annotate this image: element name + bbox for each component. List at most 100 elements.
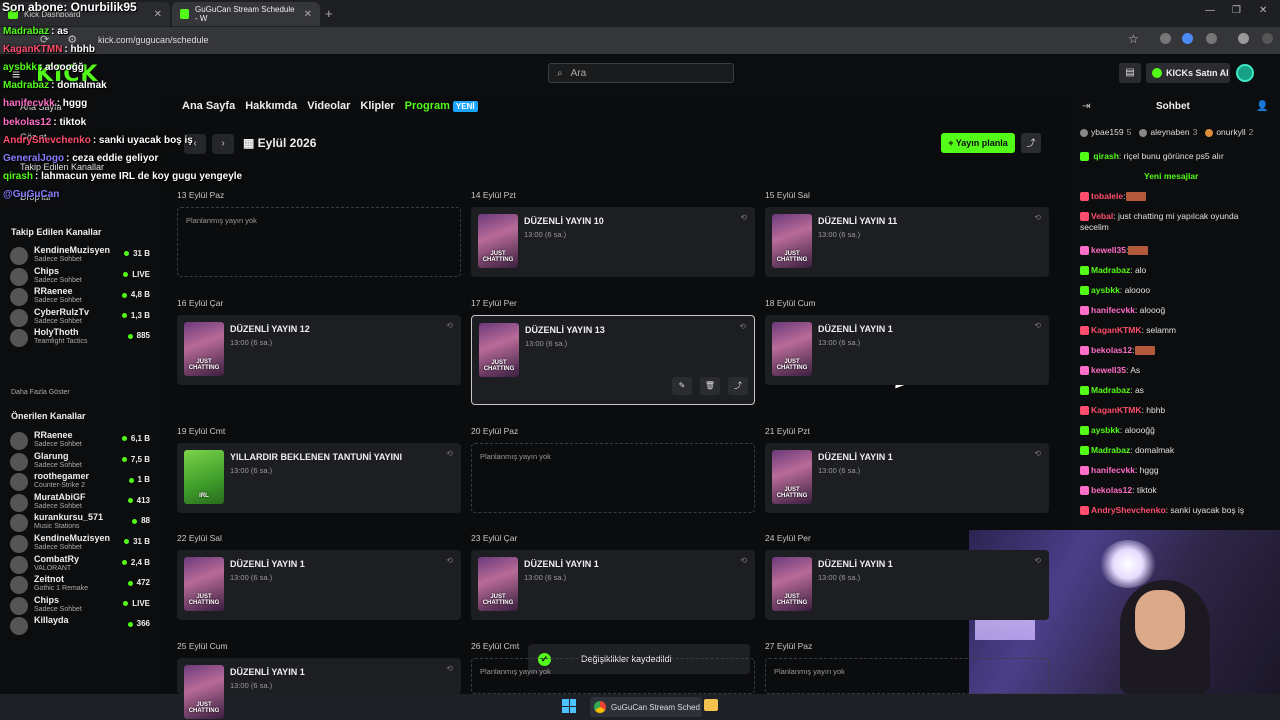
- sidebar-channel-item[interactable]: CombatRy VALORANT 2,4 B: [10, 554, 150, 576]
- chat-username[interactable]: hanifecvkk: [1091, 305, 1135, 315]
- scheduled-stream-card[interactable]: JUST CHATTING DÜZENLİ YAYIN 13 13:00 (6 sa…: [471, 315, 755, 405]
- delete-button[interactable]: 🗑: [700, 377, 720, 395]
- file-explorer-icon[interactable]: [704, 699, 718, 711]
- chat-username[interactable]: AndryShevchenko: [1091, 505, 1166, 515]
- scheduled-stream-card[interactable]: JUST CHATTING DÜZENLİ YAYIN 1 13:00 (6 sa.…: [765, 550, 1049, 620]
- chat-username[interactable]: Vebal: [1091, 211, 1113, 221]
- month-label[interactable]: ▦ Eylül 2026: [243, 136, 316, 150]
- chat-username[interactable]: KaganKTMK: [1091, 405, 1142, 415]
- chat-emote-icon: [1125, 192, 1146, 202]
- url-field[interactable]: kick.com/gugucan/schedule: [98, 35, 209, 45]
- tab-about[interactable]: Hakkımda: [245, 100, 297, 112]
- show-more-link[interactable]: Daha Fazla Göster: [11, 389, 70, 396]
- repeat-icon: ⟲: [1034, 213, 1041, 222]
- stream-time: 13:00 (6 sa.): [230, 338, 273, 347]
- overlay-text: : aloooğğ: [38, 62, 84, 74]
- empty-day-card[interactable]: Planlanmış yayın yok: [471, 658, 755, 694]
- scheduled-stream-card[interactable]: JUST CHATTING DÜZENLİ YAYIN 1 13:00 (6 sa.…: [765, 443, 1049, 513]
- sidebar-channel-item[interactable]: Glarung Sadece Sohbet 7,5 B: [10, 451, 150, 473]
- stream-time: 13:00 (6 sa.): [230, 681, 273, 690]
- scheduled-stream-card[interactable]: JUST CHATTING DÜZENLİ YAYIN 1 13:00 (6 sa.…: [765, 315, 1049, 385]
- scheduled-stream-card[interactable]: JUST CHATTING DÜZENLİ YAYIN 1 13:00 (6 sa.…: [471, 550, 755, 620]
- tab-clips[interactable]: Klipler: [360, 100, 394, 112]
- share-stream-button[interactable]: ⤴: [728, 377, 748, 395]
- menu-dots-icon[interactable]: [1262, 33, 1273, 44]
- scheduled-stream-card[interactable]: IRL YILLARDIR BEKLENEN TANTUNİ YAYINI 13:0…: [177, 443, 461, 513]
- sidebar-channel-item[interactable]: kurankursu_571 Music Stations 88: [10, 512, 150, 534]
- chat-username[interactable]: Madrabaz: [1091, 445, 1130, 455]
- empty-day-card[interactable]: Planlanmış yayın yok: [471, 443, 755, 513]
- scheduled-stream-card[interactable]: JUST CHATTING DÜZENLİ YAYIN 12 13:00 (6 sa…: [177, 315, 461, 385]
- window-close-icon[interactable]: ✕: [1259, 5, 1267, 16]
- scheduled-stream-card[interactable]: JUST CHATTING DÜZENLİ YAYIN 11 13:00 (6 sa…: [765, 207, 1049, 277]
- user-avatar[interactable]: [1236, 64, 1254, 82]
- tab-program[interactable]: Program YENİ: [405, 100, 478, 112]
- category-thumbnail: IRL: [184, 450, 224, 504]
- sidebar-channel-item[interactable]: KendineMuzisyen Sadece Sohbet 31 B: [10, 245, 150, 267]
- empty-day-card[interactable]: Planlanmış yayın yok: [177, 207, 461, 277]
- sidebar-channel-item[interactable]: CyberRulzTv Sadece Sohbet 1,3 B: [10, 307, 150, 329]
- chat-username[interactable]: aysbkk: [1091, 425, 1120, 435]
- share-schedule-button[interactable]: ⤴: [1021, 133, 1041, 153]
- library-button[interactable]: ▤: [1119, 63, 1141, 83]
- scheduled-stream-card[interactable]: JUST CHATTING DÜZENLİ YAYIN 10 13:00 (6 sa…: [471, 207, 755, 277]
- sidebar-channel-item[interactable]: Chips Sadece Sohbet LIVE: [10, 595, 150, 617]
- empty-day-card[interactable]: Planlanmış yayın yok: [765, 658, 1049, 694]
- chat-username[interactable]: aysbkk: [1091, 285, 1120, 295]
- webcam-hex-light: [1100, 540, 1156, 588]
- browser-tab-schedule[interactable]: GuGuCan Stream Schedule - W ✕: [172, 2, 320, 26]
- close-tab-icon[interactable]: ✕: [304, 9, 312, 20]
- extension-icon[interactable]: [1160, 33, 1171, 44]
- sidebar-channel-item[interactable]: RRaenee Sadece Sohbet 4,8 B: [10, 286, 150, 308]
- chat-username[interactable]: kewell35: [1091, 365, 1126, 375]
- buy-kicks-button[interactable]: KICKs Satın Al: [1146, 63, 1230, 83]
- tab-home[interactable]: Ana Sayfa: [182, 100, 235, 112]
- chat-username[interactable]: Madrabaz: [1091, 385, 1130, 395]
- extension-icon[interactable]: [1182, 33, 1193, 44]
- sidebar-channel-item[interactable]: Killayda 366: [10, 615, 150, 637]
- close-tab-icon[interactable]: ✕: [154, 9, 162, 20]
- top-gifter[interactable]: aleynaben 3: [1139, 127, 1197, 137]
- extensions-puzzle-icon[interactable]: [1206, 33, 1217, 44]
- chat-username[interactable]: qirash: [1093, 151, 1119, 161]
- sidebar-channel-item[interactable]: Chips Sadece Sohbet LIVE: [10, 266, 150, 288]
- stream-title: DÜZENLİ YAYIN 1: [230, 667, 305, 677]
- sidebar-channel-item[interactable]: roothegamer Counter-Strike 2 1 B: [10, 471, 150, 493]
- chat-username[interactable]: hanifecvkk: [1091, 465, 1135, 475]
- scheduled-stream-card[interactable]: JUST CHATTING DÜZENLİ YAYIN 1 13:00 (6 sa.…: [177, 658, 461, 719]
- tab-videos[interactable]: Videolar: [307, 100, 350, 112]
- sidebar-channel-item[interactable]: HolyThoth Teamfight Tactics 885: [10, 327, 150, 349]
- top-gifter[interactable]: onurkyll 2: [1205, 127, 1253, 137]
- sidebar-channel-item[interactable]: KendineMuzisyen Sadece Sohbet 31 B: [10, 533, 150, 555]
- pinned-message: qirash: riçel bunu görünce ps5 alır: [1080, 151, 1265, 162]
- search-input[interactable]: ⌕ Ara: [548, 63, 734, 83]
- maximize-icon[interactable]: ❐: [1232, 5, 1241, 16]
- schedule-stream-button[interactable]: + Yayın planla: [941, 133, 1015, 153]
- next-month-button[interactable]: ›: [212, 134, 234, 154]
- chat-username[interactable]: kewell35: [1091, 245, 1126, 255]
- collapse-chat-icon[interactable]: ⇥: [1082, 101, 1090, 112]
- windows-start-icon[interactable]: [562, 699, 576, 713]
- chat-username[interactable]: tobalele: [1091, 191, 1123, 201]
- overlay-text: : as: [51, 26, 69, 37]
- chat-users-icon[interactable]: 👤: [1256, 101, 1268, 112]
- sidebar-channel-item[interactable]: MuratAbiGF Sadece Sohbet 413: [10, 492, 150, 514]
- repeat-icon: ⟲: [446, 321, 453, 330]
- edit-button[interactable]: ✎: [672, 377, 692, 395]
- sidebar-channel-item[interactable]: Zeitnot Gothic 1 Remake 472: [10, 574, 150, 596]
- new-badge: YENİ: [452, 101, 478, 112]
- chat-username[interactable]: bekolas12: [1091, 345, 1132, 355]
- bookmark-star-icon[interactable]: ☆: [1128, 32, 1139, 46]
- sidebar-channel-item[interactable]: RRaenee Sadece Sohbet 6,1 B: [10, 430, 150, 452]
- scheduled-stream-card[interactable]: JUST CHATTING DÜZENLİ YAYIN 1 13:00 (6 sa.…: [177, 550, 461, 620]
- chat-text: : hggg: [1134, 465, 1159, 475]
- chat-username[interactable]: KaganKTMK: [1091, 325, 1142, 335]
- new-tab-icon[interactable]: +: [325, 6, 333, 21]
- chat-username[interactable]: Madrabaz: [1091, 265, 1130, 275]
- minimize-icon[interactable]: —: [1205, 5, 1215, 16]
- channel-name: Killayda: [34, 615, 69, 626]
- profile-icon[interactable]: [1238, 33, 1249, 44]
- top-gifter[interactable]: ybae159 5: [1080, 127, 1131, 137]
- chat-username[interactable]: bekolas12: [1091, 485, 1132, 495]
- taskbar-chrome[interactable]: GuGuCan Stream Sched: [590, 697, 702, 717]
